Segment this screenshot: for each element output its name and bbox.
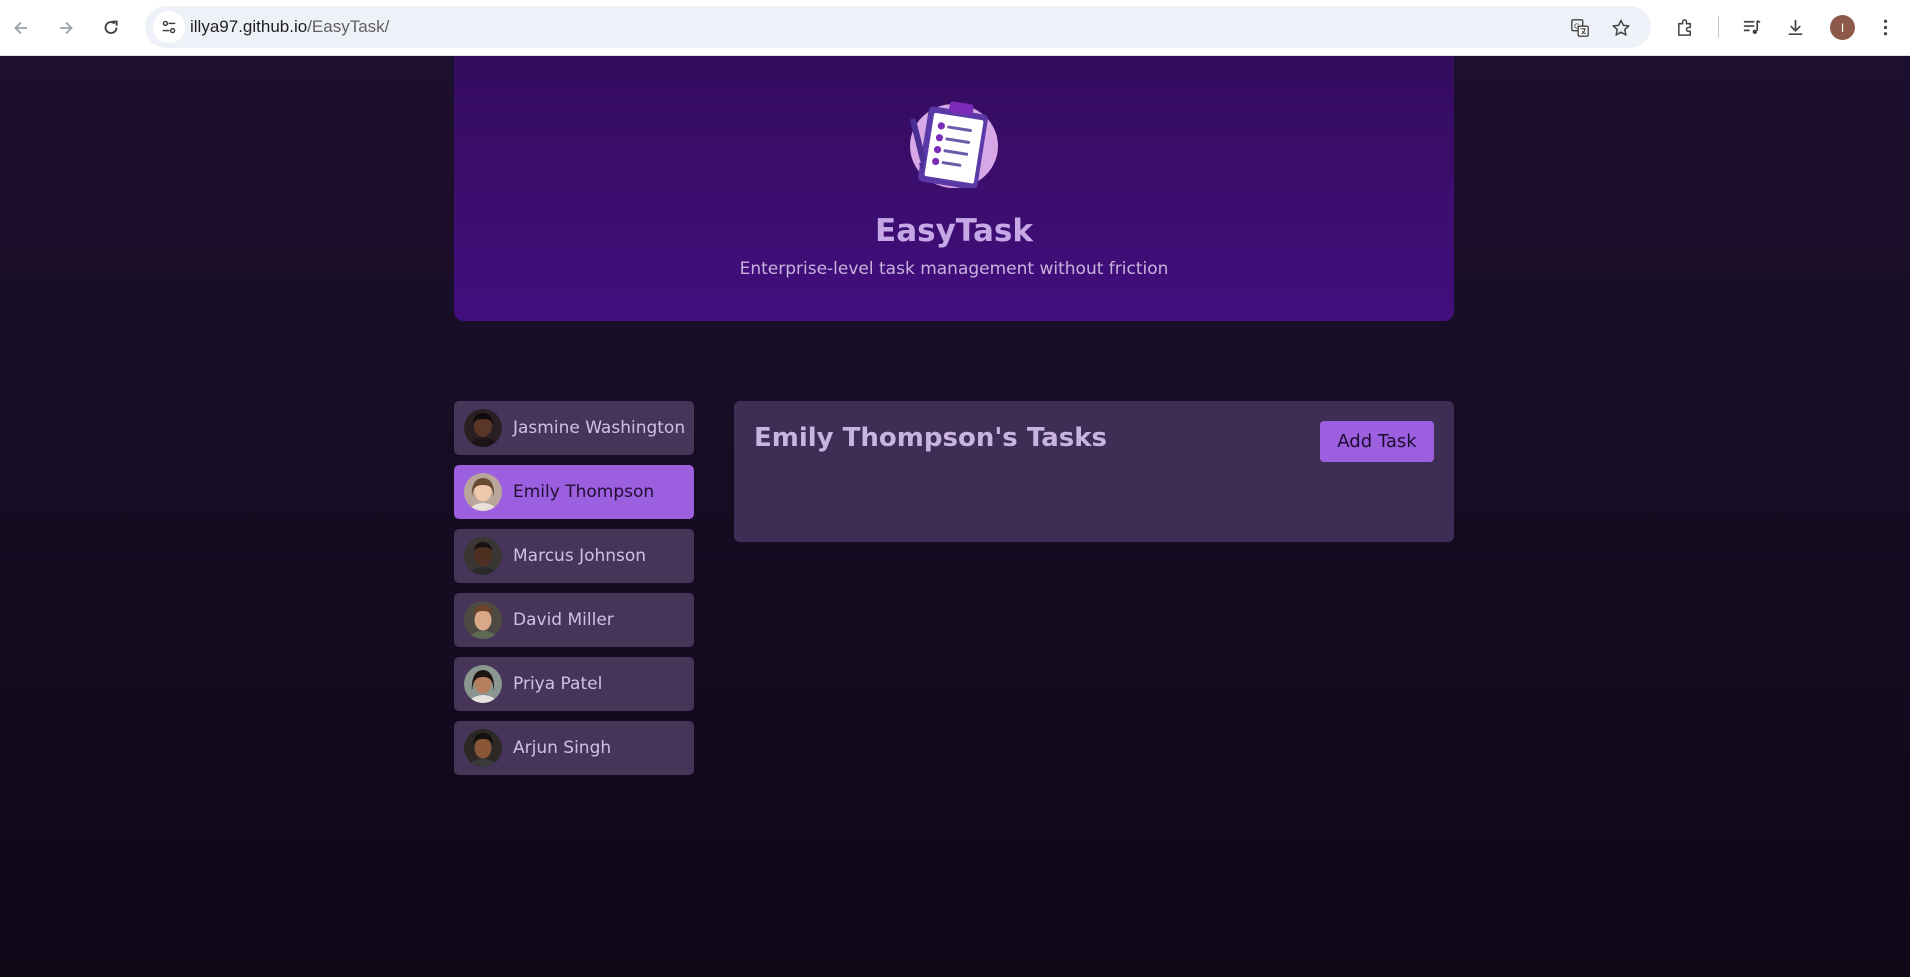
users-list: Jasmine Washington Emily Thompson Marcus… [454,401,694,785]
site-info-button[interactable] [153,11,185,43]
clipboard-checklist-icon [909,96,999,190]
user-item-marcus-johnson[interactable]: Marcus Johnson [454,529,694,583]
user-name: David Miller [513,610,614,630]
app-header: EasyTask Enterprise-level task managemen… [454,56,1454,321]
url-text[interactable]: illya97.github.io/EasyTask/ [190,17,389,37]
translate-icon[interactable]: G [1569,17,1591,39]
profile-avatar[interactable]: I [1830,15,1855,40]
media-controls-icon[interactable] [1738,14,1764,40]
avatar [464,601,502,639]
tasks-title: Emily Thompson's Tasks [754,423,1107,453]
back-button[interactable] [7,14,35,42]
user-name: Marcus Johnson [513,546,647,566]
toolbar-separator [1718,16,1719,38]
user-name: Priya Patel [513,674,603,694]
avatar [464,665,502,703]
tasks-panel: Emily Thompson's Tasks Add Task [734,401,1454,542]
url-path: /EasyTask/ [307,17,390,36]
bookmark-star-icon[interactable] [1610,17,1632,39]
profile-initial: I [1840,20,1845,35]
extensions-icon[interactable] [1672,14,1698,40]
avatar [464,537,502,575]
app-title: EasyTask [875,213,1033,249]
tune-icon [162,20,176,34]
browser-toolbar: illya97.github.io/EasyTask/ G I [0,0,1910,56]
forward-button[interactable] [52,14,80,42]
url-host: illya97.github.io [190,17,308,36]
more-menu-icon[interactable] [1872,14,1898,40]
download-icon[interactable] [1782,14,1808,40]
arrow-right-icon [60,21,73,35]
user-item-priya-patel[interactable]: Priya Patel [454,657,694,711]
user-name: Emily Thompson [513,482,655,502]
user-item-emily-thompson[interactable]: Emily Thompson [454,465,694,519]
reload-button[interactable] [97,14,125,42]
user-item-david-miller[interactable]: David Miller [454,593,694,647]
user-name: Jasmine Washington [513,418,686,438]
user-item-arjun-singh[interactable]: Arjun Singh [454,721,694,775]
avatar [464,729,502,767]
user-name: Arjun Singh [513,738,612,758]
app-tagline: Enterprise-level task management without… [739,259,1169,279]
avatar [464,473,502,511]
avatar [464,409,502,447]
address-bar[interactable]: illya97.github.io/EasyTask/ G [145,6,1651,48]
arrow-left-icon [14,21,27,35]
reload-icon [104,20,118,34]
add-task-button[interactable]: Add Task [1320,421,1434,462]
user-item-jasmine-washington[interactable]: Jasmine Washington [454,401,694,455]
